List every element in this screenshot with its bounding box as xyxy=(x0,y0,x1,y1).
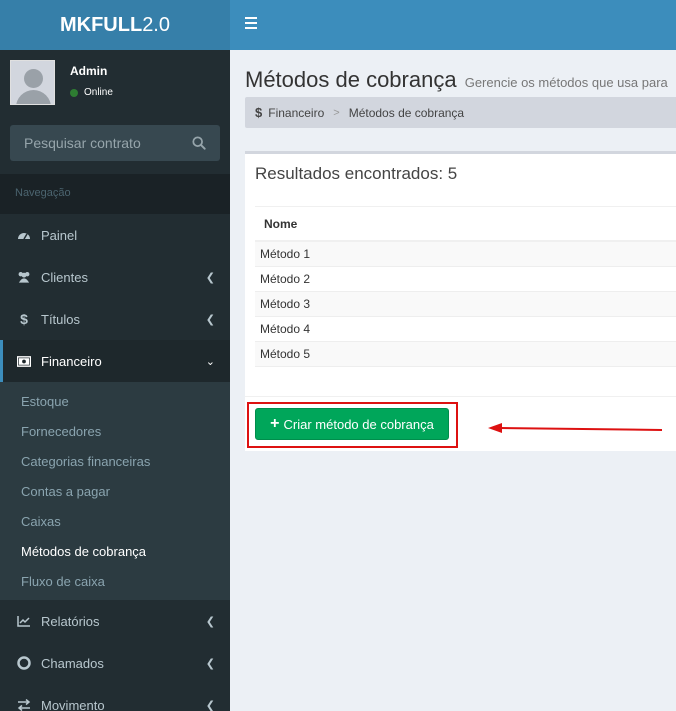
table-row[interactable]: Método 2 xyxy=(255,267,676,292)
search-input[interactable] xyxy=(24,135,174,151)
sidebar-item-label: Financeiro xyxy=(41,353,102,369)
chevron-left-icon: ❮ xyxy=(205,657,215,670)
table-row[interactable]: Método 5 xyxy=(255,342,676,367)
chevron-left-icon: ❮ xyxy=(205,271,215,284)
breadcrumb-separator: > xyxy=(333,106,340,119)
create-button-label: Criar método de cobrança xyxy=(283,416,434,432)
sidebar-item-label: Chamados xyxy=(41,655,104,671)
main-content: Métodos de cobrança Gerencie os métodos … xyxy=(230,50,676,711)
logo-bold: MKFULL xyxy=(59,13,143,36)
submenu-item-metodos-cobranca[interactable]: Métodos de cobrança xyxy=(0,536,230,566)
online-dot-icon xyxy=(70,88,78,97)
sidebar-item-label: Painel xyxy=(41,227,78,243)
page-title: Métodos de cobrança Gerencie os métodos … xyxy=(245,67,668,93)
lifebuoy-icon xyxy=(17,656,31,670)
methods-table: Nome Método 1 Método 2 Método 3 Método 4… xyxy=(255,206,676,367)
results-title: Resultados encontrados: 5 xyxy=(255,164,458,183)
chevron-left-icon: ❮ xyxy=(205,615,215,628)
chevron-left-icon: ❮ xyxy=(205,313,215,326)
dollar-icon: $ xyxy=(20,311,28,327)
money-icon xyxy=(17,354,31,368)
sidebar-search xyxy=(10,125,220,161)
top-navbar xyxy=(230,0,676,50)
breadcrumb: $ Financeiro > Métodos de cobrança xyxy=(245,97,676,128)
submenu-item-categorias[interactable]: Categorias financeiras xyxy=(0,446,230,476)
user-status: Online xyxy=(70,87,113,98)
sidebar-item-label: Relatórios xyxy=(41,613,100,629)
user-name: Admin xyxy=(70,64,108,78)
avatar xyxy=(10,60,55,105)
status-label: Online xyxy=(84,87,113,98)
sidebar-item-painel[interactable]: Painel xyxy=(0,214,230,256)
sidebar-item-clientes[interactable]: Clientes ❮ xyxy=(0,256,230,298)
users-icon xyxy=(17,270,31,284)
dashboard-icon xyxy=(17,228,31,242)
sidebar: MKFULL2.0 Admin Online Navegação Painel xyxy=(0,0,230,711)
breadcrumb-root[interactable]: Financeiro xyxy=(268,106,324,120)
chevron-left-icon: ❮ xyxy=(205,699,215,711)
sidebar-item-chamados[interactable]: Chamados ❮ xyxy=(0,642,230,684)
create-billing-method-button[interactable]: + Criar método de cobrança xyxy=(255,408,449,440)
breadcrumb-current: Métodos de cobrança xyxy=(348,105,465,120)
user-panel: Admin Online xyxy=(0,50,230,120)
chevron-down-icon: ⌄ xyxy=(205,355,215,368)
exchange-icon xyxy=(17,698,31,711)
submenu-item-contas-a-pagar[interactable]: Contas a pagar xyxy=(0,476,230,506)
page-subtitle: Gerencie os métodos que usa para xyxy=(464,75,668,90)
submenu-item-estoque[interactable]: Estoque xyxy=(0,386,230,416)
table-row[interactable]: Método 3 xyxy=(255,292,676,317)
plus-icon: + xyxy=(270,415,280,432)
annotation-arrow-icon xyxy=(488,423,663,433)
menu-toggle-icon[interactable] xyxy=(245,17,257,29)
sidebar-item-relatorios[interactable]: Relatórios ❮ xyxy=(0,600,230,642)
dollar-icon: $ xyxy=(255,105,263,120)
chart-icon xyxy=(17,614,31,628)
search-icon[interactable] xyxy=(192,136,206,150)
sidebar-item-label: Movimento xyxy=(41,697,105,711)
table-row[interactable]: Método 4 xyxy=(255,317,676,342)
submenu-item-fornecedores[interactable]: Fornecedores xyxy=(0,416,230,446)
sidebar-item-financeiro[interactable]: Financeiro ⌄ xyxy=(0,340,230,382)
page-title-text: Métodos de cobrança xyxy=(245,67,457,92)
app-logo[interactable]: MKFULL 2.0 xyxy=(0,0,230,50)
nav-header: Navegação xyxy=(0,174,230,214)
box-footer-divider xyxy=(245,396,676,397)
sidebar-item-movimento[interactable]: Movimento ❮ xyxy=(0,684,230,711)
sidebar-item-label: Títulos xyxy=(41,311,81,327)
table-row[interactable]: Método 1 xyxy=(255,242,676,267)
submenu-item-caixas[interactable]: Caixas xyxy=(0,506,230,536)
sidebar-item-label: Clientes xyxy=(41,269,88,285)
financeiro-submenu: Estoque Fornecedores Categorias financei… xyxy=(0,382,230,600)
column-header-nome[interactable]: Nome xyxy=(255,206,676,242)
sidebar-item-titulos[interactable]: $ Títulos ❮ xyxy=(0,298,230,340)
submenu-item-fluxo-de-caixa[interactable]: Fluxo de caixa xyxy=(0,566,230,596)
logo-version: 2.0 xyxy=(142,13,170,36)
